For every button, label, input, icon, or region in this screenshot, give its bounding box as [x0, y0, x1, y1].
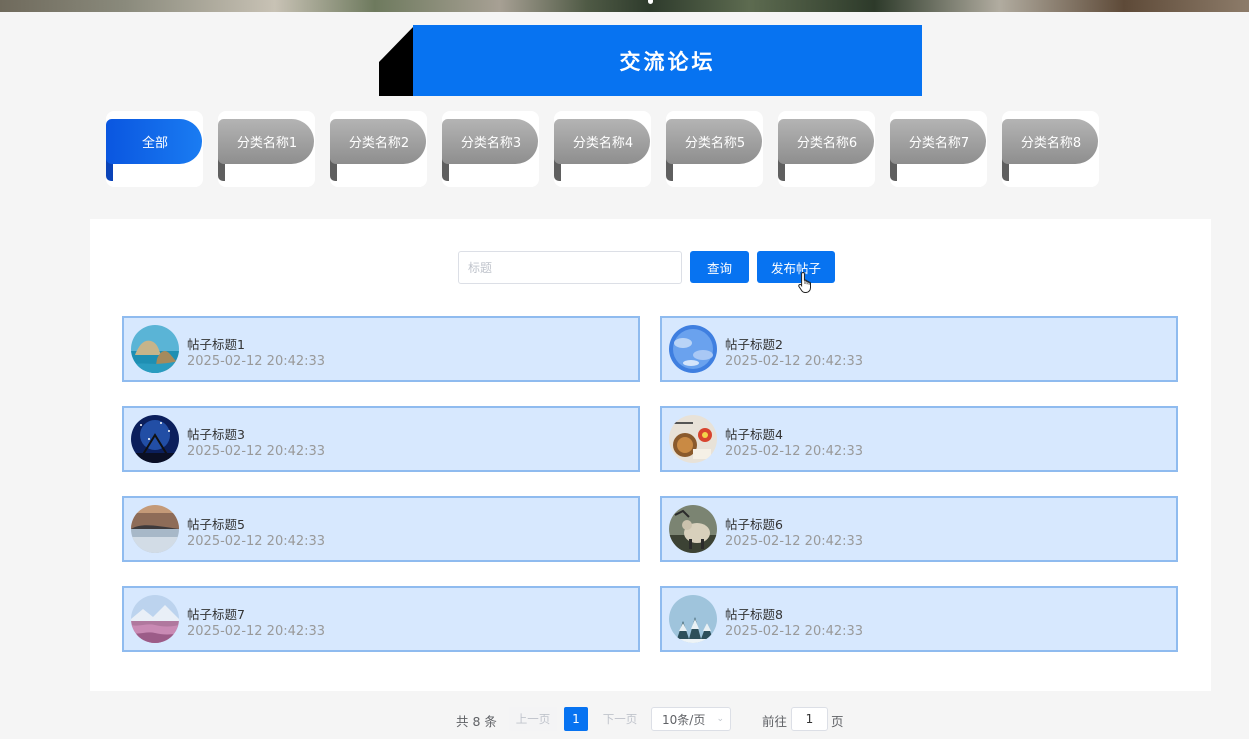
category-tab-4[interactable]: 分类名称4	[554, 111, 651, 187]
post-item[interactable]: 帖子标题7 2025-02-12 20:42:33	[122, 586, 640, 652]
post-time: 2025-02-12 20:42:33	[725, 624, 864, 639]
page-size-value: 10条/页	[662, 712, 706, 727]
query-button[interactable]: 查询	[690, 251, 749, 283]
hand-pointer-cursor-icon	[798, 271, 811, 293]
post-thumbnail	[131, 505, 179, 553]
post-time: 2025-02-12 20:42:33	[725, 534, 864, 549]
post-thumbnail	[669, 595, 717, 643]
post-item[interactable]: 帖子标题5 2025-02-12 20:42:33	[122, 496, 640, 562]
category-tab-8[interactable]: 分类名称8	[1002, 111, 1099, 187]
post-thumbnail	[131, 325, 179, 373]
post-title: 帖子标题5	[187, 517, 245, 532]
title-decoration	[379, 25, 415, 96]
page-title: 交流论坛	[413, 25, 922, 96]
category-tab-2[interactable]: 分类名称2	[330, 111, 427, 187]
post-title: 帖子标题6	[725, 517, 783, 532]
category-tab-label: 分类名称2	[330, 119, 426, 164]
category-tab-label: 分类名称4	[554, 119, 650, 164]
post-title: 帖子标题8	[725, 607, 783, 622]
pagination: 共 8 条 上一页 1 下一页 10条/页 ⌄ 前往 页	[0, 707, 1249, 731]
category-tab-1[interactable]: 分类名称1	[218, 111, 315, 187]
post-thumbnail	[131, 415, 179, 463]
post-thumbnail	[669, 325, 717, 373]
pagination-total: 共 8 条	[456, 714, 497, 729]
post-title: 帖子标题3	[187, 427, 245, 442]
category-tab-6[interactable]: 分类名称6	[778, 111, 875, 187]
publish-post-button[interactable]: 发布帖子	[757, 251, 835, 283]
chevron-down-icon: ⌄	[716, 714, 724, 724]
category-tab-label: 分类名称1	[218, 119, 314, 164]
forum-panel: 查询 发布帖子 帖子标题1 2025-02-12 20:42:33 帖子标题2 …	[90, 219, 1211, 691]
category-tab-label: 分类名称5	[666, 119, 762, 164]
carousel-indicator[interactable]	[648, 0, 653, 4]
post-thumbnail	[669, 415, 717, 463]
post-item[interactable]: 帖子标题1 2025-02-12 20:42:33	[122, 316, 640, 382]
category-tab-all[interactable]: 全部	[106, 111, 203, 187]
next-page-button[interactable]: 下一页	[596, 707, 644, 731]
top-banner-image	[0, 0, 1249, 12]
post-title: 帖子标题7	[187, 607, 245, 622]
post-item[interactable]: 帖子标题8 2025-02-12 20:42:33	[660, 586, 1178, 652]
post-time: 2025-02-12 20:42:33	[725, 354, 864, 369]
post-time: 2025-02-12 20:42:33	[187, 534, 326, 549]
post-item[interactable]: 帖子标题3 2025-02-12 20:42:33	[122, 406, 640, 472]
post-thumbnail	[669, 505, 717, 553]
post-title: 帖子标题4	[725, 427, 783, 442]
post-item[interactable]: 帖子标题2 2025-02-12 20:42:33	[660, 316, 1178, 382]
category-tab-label: 分类名称7	[890, 119, 986, 164]
post-title: 帖子标题1	[187, 337, 245, 352]
post-time: 2025-02-12 20:42:33	[187, 354, 326, 369]
goto-page-input[interactable]	[791, 707, 828, 731]
page-title-block: 交流论坛	[379, 25, 922, 96]
page-size-select[interactable]: 10条/页 ⌄	[651, 707, 731, 731]
prev-page-button[interactable]: 上一页	[509, 707, 557, 731]
post-item[interactable]: 帖子标题6 2025-02-12 20:42:33	[660, 496, 1178, 562]
title-search-input[interactable]	[458, 251, 682, 284]
page-number-current[interactable]: 1	[564, 707, 588, 731]
category-tab-5[interactable]: 分类名称5	[666, 111, 763, 187]
goto-label: 前往	[762, 714, 788, 729]
post-item[interactable]: 帖子标题4 2025-02-12 20:42:33	[660, 406, 1178, 472]
post-time: 2025-02-12 20:42:33	[725, 444, 864, 459]
post-time: 2025-02-12 20:42:33	[187, 444, 326, 459]
category-tab-label: 分类名称6	[778, 119, 874, 164]
post-title: 帖子标题2	[725, 337, 783, 352]
page-suffix-label: 页	[831, 714, 844, 729]
post-time: 2025-02-12 20:42:33	[187, 624, 326, 639]
category-tab-label: 分类名称3	[442, 119, 538, 164]
category-tab-label: 分类名称8	[1002, 119, 1098, 164]
post-thumbnail	[131, 595, 179, 643]
category-tab-3[interactable]: 分类名称3	[442, 111, 539, 187]
category-tab-7[interactable]: 分类名称7	[890, 111, 987, 187]
category-tab-label: 全部	[106, 119, 202, 164]
